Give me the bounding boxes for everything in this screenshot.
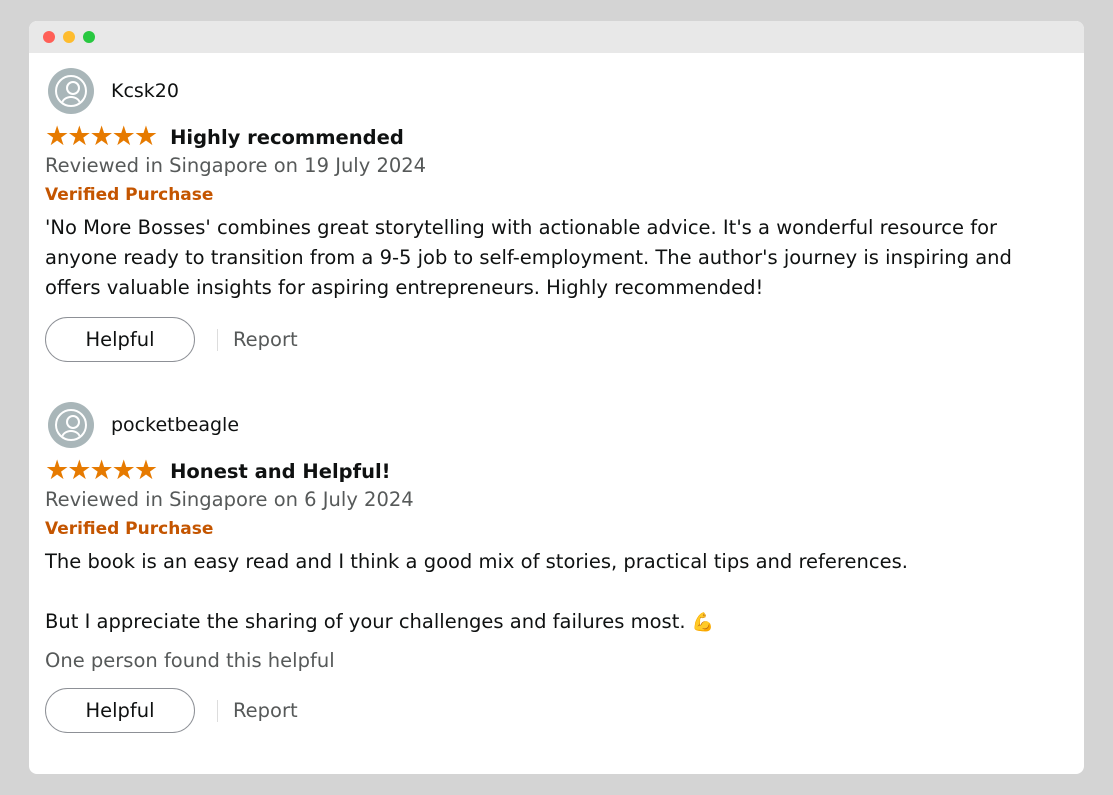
flexed-biceps-emoji-icon: 💪	[691, 612, 714, 633]
close-window-button[interactable]	[43, 31, 55, 43]
review-body-paragraph: But I appreciate the sharing of your cha…	[45, 607, 1070, 638]
minimize-window-button[interactable]	[63, 31, 75, 43]
reviewer-name[interactable]: pocketbeagle	[111, 414, 239, 436]
star-icon: ★	[133, 121, 158, 152]
browser-window: Kcsk20 ★ ★ ★ ★ ★ Highly recommended Reviewed…	[29, 21, 1084, 774]
reviewer-profile[interactable]: pocketbeagle	[45, 402, 1070, 448]
verified-purchase-badge[interactable]: Verified Purchase	[45, 517, 1070, 541]
star-rating[interactable]: ★ ★ ★ ★ ★	[45, 455, 158, 486]
reviewer-profile[interactable]: Kcsk20	[45, 68, 1070, 114]
reviewer-name[interactable]: Kcsk20	[111, 80, 179, 102]
star-icon: ★	[45, 121, 69, 152]
review-actions: Helpful Report	[45, 317, 1070, 362]
star-icon: ★	[67, 455, 91, 486]
star-icon: ★	[89, 455, 113, 486]
review-body-line: But I appreciate the sharing of your cha…	[45, 610, 686, 633]
star-rating[interactable]: ★ ★ ★ ★ ★	[45, 121, 158, 152]
review-card: Kcsk20 ★ ★ ★ ★ ★ Highly recommended Reviewed…	[45, 68, 1070, 362]
review-date: Reviewed in Singapore on 19 July 2024	[45, 154, 427, 177]
review-title[interactable]: Highly recommended	[170, 126, 404, 149]
window-titlebar	[29, 21, 1084, 53]
verified-purchase-badge[interactable]: Verified Purchase	[45, 183, 1070, 207]
avatar-icon	[48, 402, 94, 448]
review-body: The book is an easy read and I think a g…	[45, 547, 1070, 577]
star-icon: ★	[45, 455, 69, 486]
review-body-line: The book is an easy read and I think a g…	[45, 550, 908, 573]
review-title[interactable]: Honest and Helpful!	[170, 460, 390, 483]
star-icon: ★	[67, 121, 91, 152]
divider	[217, 699, 218, 722]
star-icon: ★	[111, 455, 136, 486]
divider	[217, 328, 218, 351]
star-icon: ★	[133, 455, 158, 486]
review-body: 'No More Bosses' combines great storytel…	[45, 216, 1019, 299]
avatar-icon	[48, 68, 94, 114]
report-link[interactable]: Report	[233, 328, 298, 351]
review-actions: Helpful Report	[45, 688, 1070, 733]
helpful-button[interactable]: Helpful	[45, 317, 195, 362]
star-icon: ★	[111, 121, 136, 152]
star-icon: ★	[89, 121, 113, 152]
review-card: pocketbeagle ★ ★ ★ ★ ★ Honest and Helpful! R…	[45, 402, 1070, 733]
maximize-window-button[interactable]	[83, 31, 95, 43]
review-date: Reviewed in Singapore on 6 July 2024	[45, 488, 414, 511]
report-link[interactable]: Report	[233, 699, 298, 722]
helpful-count: One person found this helpful	[45, 649, 335, 672]
helpful-button[interactable]: Helpful	[45, 688, 195, 733]
